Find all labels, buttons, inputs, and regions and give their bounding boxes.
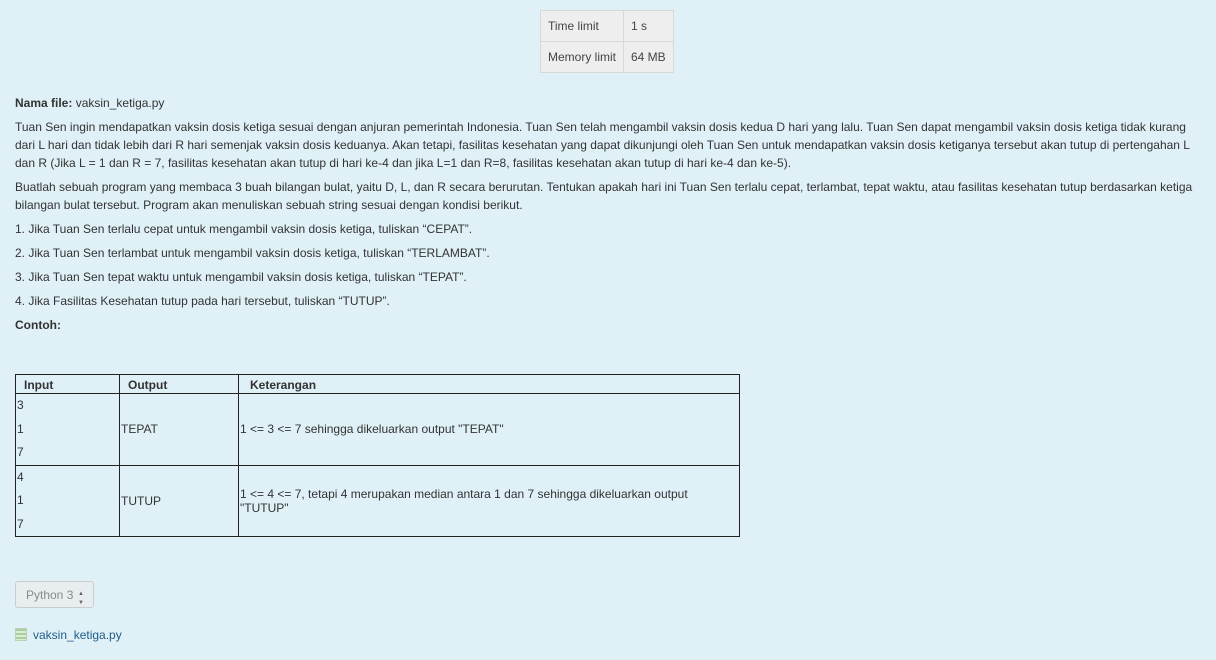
file-icon <box>15 628 27 641</box>
input-line: 1 <box>17 421 24 436</box>
rule-item: 3. Jika Tuan Sen tepat waktu untuk menga… <box>15 270 467 284</box>
problem-paragraph-1: Tuan Sen ingin mendapatkan vaksin dosis … <box>15 120 1190 170</box>
rule-item: 4. Jika Fasilitas Kesehatan tutup pada h… <box>15 294 390 308</box>
rule-item: 1. Jika Tuan Sen terlalu cepat untuk men… <box>15 222 473 236</box>
file-name-value: vaksin_ketiga.py <box>75 96 165 110</box>
example-input-cell: 3 1 7 <box>15 393 120 466</box>
examples-heading: Contoh: <box>15 318 61 332</box>
input-line: 3 <box>17 398 24 412</box>
header-output: Output <box>119 374 239 394</box>
select-arrows-icon: ▲ ▼ <box>78 591 84 606</box>
example-input-cell: 4 1 7 <box>15 464 120 537</box>
input-line: 7 <box>17 516 24 531</box>
table-row: 4 1 7 TUTUP 1 <= 4 <= 7, tetapi 4 merupa… <box>15 464 740 537</box>
language-select-value: Python 3 <box>26 588 74 602</box>
memory-limit-value: 64 MB <box>623 41 674 73</box>
limits-table: Time limit 1 s Memory limit 64 MB <box>540 10 674 73</box>
input-line: 7 <box>17 445 24 459</box>
memory-limit-row: Memory limit 64 MB <box>540 41 674 73</box>
header-keterangan: Keterangan <box>238 374 740 394</box>
time-limit-value: 1 s <box>623 10 674 42</box>
table-row: 3 1 7 TEPAT 1 <= 3 <= 7 sehingga dikelua… <box>15 393 740 466</box>
memory-limit-label: Memory limit <box>540 41 624 73</box>
input-line: 4 <box>17 469 24 484</box>
time-limit-label: Time limit <box>540 10 624 42</box>
examples-header-row: Input Output Keterangan <box>15 374 740 394</box>
input-line: 1 <box>17 493 24 507</box>
example-output-cell: TEPAT <box>119 393 239 466</box>
time-limit-row: Time limit 1 s <box>540 10 674 42</box>
example-note-cell: 1 <= 4 <= 7, tetapi 4 merupakan median a… <box>238 464 740 537</box>
file-name-line: Nama file: vaksin_ketiga.py <box>15 94 1195 112</box>
header-input: Input <box>15 374 120 394</box>
attachment-link[interactable]: vaksin_ketiga.py <box>15 628 122 642</box>
example-output-cell: TUTUP <box>119 464 239 537</box>
problem-statement: Nama file: vaksin_ketiga.py Tuan Sen ing… <box>15 94 1195 340</box>
problem-paragraph-2: Buatlah sebuah program yang membaca 3 bu… <box>15 180 1193 212</box>
file-name-label: Nama file: <box>15 96 73 110</box>
examples-table: Input Output Keterangan 3 1 7 TEPAT 1 <=… <box>15 374 740 537</box>
rule-item: 2. Jika Tuan Sen terlambat untuk mengamb… <box>15 246 490 260</box>
language-select[interactable]: Python 3 ▲ ▼ <box>15 581 94 608</box>
example-note-cell: 1 <= 3 <= 7 sehingga dikeluarkan output … <box>238 393 740 466</box>
attachment-name: vaksin_ketiga.py <box>33 628 122 642</box>
